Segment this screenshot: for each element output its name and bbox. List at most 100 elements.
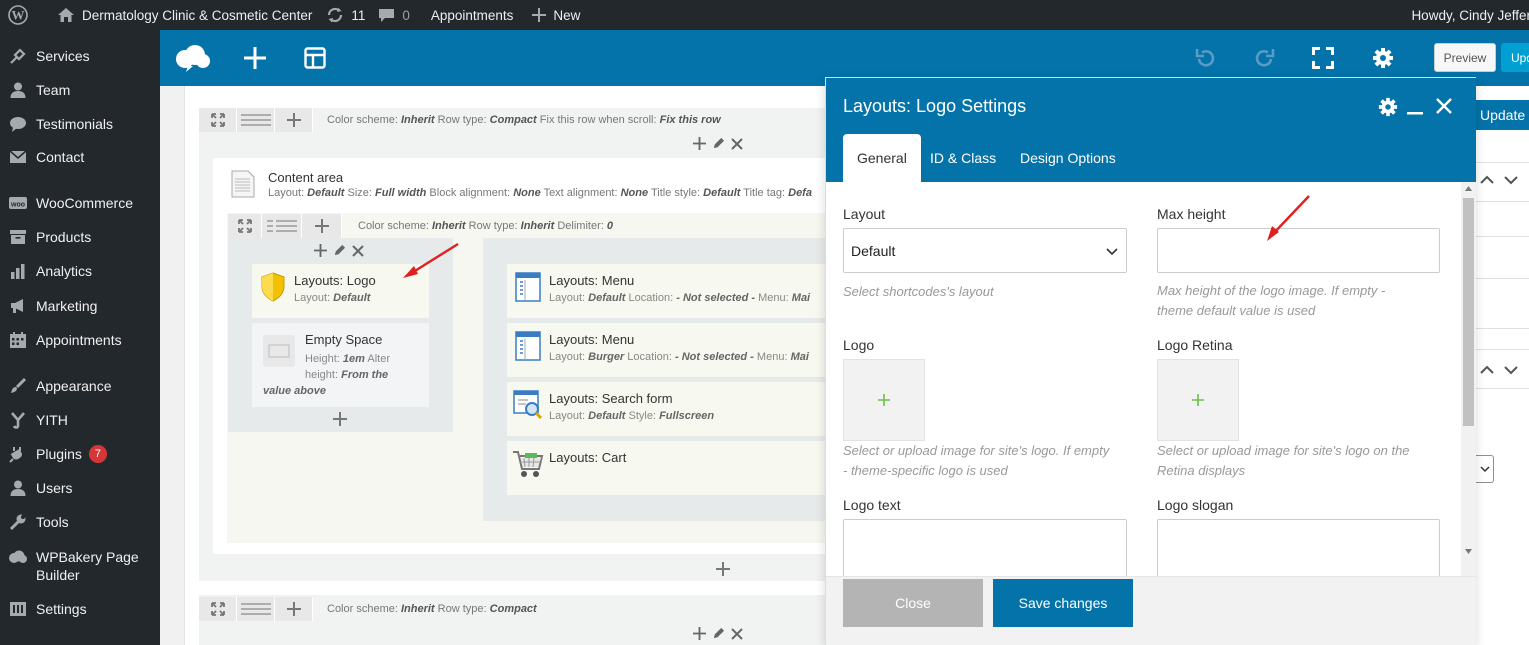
- close-icon[interactable]: [731, 137, 743, 150]
- scrollbar-thumb[interactable]: [1463, 198, 1474, 426]
- close-icon[interactable]: [1436, 98, 1452, 114]
- sidebar-item-team[interactable]: Team: [0, 81, 160, 99]
- close-icon[interactable]: [352, 244, 364, 257]
- row-controls: Color scheme: Inherit Row type: Compact …: [199, 108, 721, 132]
- element-meta: Layout: Default Style: Fullscreen: [549, 408, 714, 424]
- row-layout-button[interactable]: [237, 108, 275, 132]
- new-label: New: [553, 7, 581, 23]
- home-icon: [58, 8, 74, 22]
- logo-retina-hint: Retina displays: [1157, 463, 1246, 478]
- chevron-up-icon[interactable]: [1480, 175, 1494, 185]
- plus-icon: [314, 219, 329, 233]
- scroll-down-icon[interactable]: [1465, 549, 1472, 554]
- chevron-down-icon[interactable]: [1504, 175, 1518, 185]
- tab-general[interactable]: General: [843, 134, 921, 182]
- plus-icon: [286, 602, 301, 616]
- column-controls: [693, 137, 743, 150]
- sidebar-item-yith[interactable]: YITH: [0, 411, 160, 429]
- row-move-button[interactable]: [199, 597, 237, 621]
- update-button-top[interactable]: Upd: [1501, 43, 1529, 72]
- max-height-hint: theme default value is used: [1157, 303, 1316, 318]
- sidebar-item-contact[interactable]: Contact: [0, 149, 160, 165]
- wordpress-logo[interactable]: W: [0, 0, 49, 30]
- lines-icon: [240, 114, 271, 126]
- menu-element[interactable]: Layouts: Menu Layout: Default Location: …: [507, 264, 841, 318]
- updates-link[interactable]: 11: [321, 0, 374, 30]
- sidebar-item-wpbakery[interactable]: WPBakery Page Builder: [0, 548, 160, 584]
- sidebar-item-plugins[interactable]: Plugins 7: [0, 445, 160, 463]
- cart-element[interactable]: Layouts: Cart: [507, 441, 841, 495]
- pencil-icon[interactable]: [333, 244, 346, 257]
- row-move-button[interactable]: [199, 108, 237, 132]
- select-dropdown[interactable]: [1476, 455, 1494, 483]
- update-button[interactable]: Update: [1476, 100, 1529, 130]
- column-controls: [314, 244, 364, 257]
- row-add-button[interactable]: [275, 597, 313, 621]
- search-form-element[interactable]: Layouts: Search form Layout: Default Sty…: [507, 382, 841, 436]
- sidebar-item-products[interactable]: Products: [0, 229, 160, 245]
- modal-scrollbar[interactable]: [1461, 182, 1476, 576]
- meta-value: Mai: [790, 351, 809, 363]
- chart-icon: [0, 263, 36, 279]
- site-name-link[interactable]: Dermatology Clinic & Cosmetic Center: [49, 0, 321, 30]
- row-move-button[interactable]: [228, 214, 262, 238]
- row-add-button[interactable]: [302, 214, 342, 238]
- comments-count: 0: [402, 7, 410, 23]
- sidebar-item-appointments[interactable]: Appointments: [0, 331, 160, 349]
- sidebar-item-tools[interactable]: Tools: [0, 513, 160, 531]
- new-content-link[interactable]: New: [522, 0, 589, 30]
- templates-button[interactable]: [300, 30, 330, 86]
- scroll-up-icon[interactable]: [1465, 186, 1472, 191]
- row-add-button[interactable]: [275, 108, 313, 132]
- chevron-down-icon[interactable]: [1504, 365, 1518, 375]
- comments-link[interactable]: 0: [374, 0, 419, 30]
- menu-icon: [507, 264, 549, 318]
- max-height-label: Max height: [1157, 206, 1226, 222]
- gear-icon[interactable]: [1378, 97, 1398, 117]
- sidebar-item-appearance[interactable]: Appearance: [0, 377, 160, 395]
- account-link[interactable]: Howdy, Cindy Jeffer: [1411, 0, 1529, 30]
- plus-icon[interactable]: [314, 244, 327, 257]
- save-changes-button[interactable]: Save changes: [993, 579, 1133, 627]
- sidebar-item-settings[interactable]: Settings: [0, 600, 160, 618]
- empty-space-element[interactable]: Empty Space Height: 1em Alter height: Fr…: [252, 323, 429, 407]
- sidebar-item-woocommerce[interactable]: woo WooCommerce: [0, 195, 160, 211]
- add-element-button[interactable]: [240, 30, 270, 86]
- meta-key: Menu:: [758, 292, 789, 304]
- minimize-icon[interactable]: [1407, 112, 1423, 116]
- sidebar-item-marketing[interactable]: Marketing: [0, 297, 160, 315]
- logo-settings-modal: Layouts: Logo Settings General ID & Clas…: [825, 77, 1476, 645]
- tab-id-class[interactable]: ID & Class: [930, 134, 996, 182]
- pencil-icon[interactable]: [712, 137, 725, 150]
- plus-icon[interactable]: [693, 137, 706, 150]
- logo-retina-upload-button[interactable]: [1157, 359, 1239, 441]
- sidebar-item-testimonials[interactable]: Testimonials: [0, 115, 160, 133]
- meta-key: Size:: [347, 187, 372, 199]
- sidebar-item-users[interactable]: Users: [0, 479, 160, 497]
- row-layout-button[interactable]: [262, 214, 302, 238]
- close-icon[interactable]: [731, 627, 743, 640]
- preview-button[interactable]: Preview: [1434, 43, 1496, 72]
- sidebar-item-label: Appointments: [36, 332, 122, 348]
- menu-element[interactable]: Layouts: Menu Layout: Burger Location: -…: [507, 323, 841, 377]
- sidebar-item-label: Users: [36, 480, 73, 496]
- logo-upload-button[interactable]: [843, 359, 925, 441]
- pencil-icon[interactable]: [712, 627, 725, 640]
- plus-icon[interactable]: [716, 562, 730, 576]
- meta-key: Color scheme:: [358, 220, 429, 232]
- layout-select[interactable]: Default: [843, 228, 1127, 273]
- logo-slogan-input[interactable]: [1157, 519, 1440, 576]
- logo-text-input[interactable]: [843, 519, 1127, 576]
- wpbakery-logo[interactable]: [172, 30, 214, 86]
- sidebar-item-analytics[interactable]: Analytics: [0, 263, 160, 279]
- tab-design-options[interactable]: Design Options: [1020, 134, 1116, 182]
- plus-icon[interactable]: [693, 627, 706, 640]
- appointments-link[interactable]: Appointments: [419, 0, 523, 30]
- row-layout-button[interactable]: [237, 597, 275, 621]
- close-button[interactable]: Close: [843, 579, 983, 627]
- meta-key: Text alignment:: [543, 187, 618, 199]
- plus-icon[interactable]: [333, 412, 347, 426]
- sidebar-item-services[interactable]: Services: [0, 47, 160, 65]
- chevron-up-icon[interactable]: [1480, 365, 1494, 375]
- element-meta: Height: 1em Alter: [305, 351, 390, 367]
